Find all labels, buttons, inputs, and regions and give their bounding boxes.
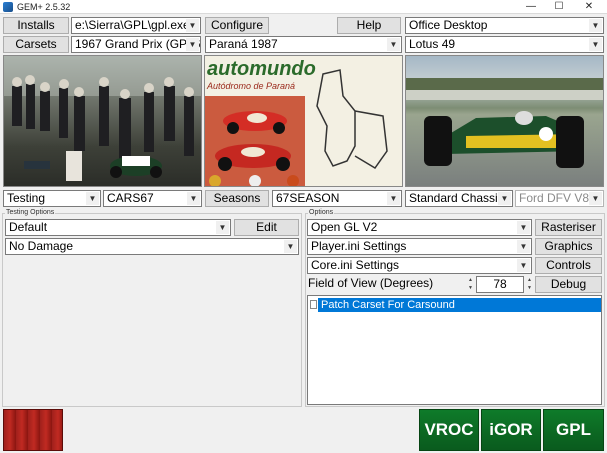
- carsets-label: Carsets: [15, 37, 57, 51]
- carset-photo: [3, 55, 202, 187]
- cars-folder-select[interactable]: CARS67 ▼: [103, 190, 202, 207]
- chevron-down-icon[interactable]: ▼: [525, 284, 534, 292]
- checkbox-icon[interactable]: [310, 300, 317, 309]
- controls-button[interactable]: Controls: [535, 257, 602, 274]
- fov-input[interactable]: 78: [476, 276, 524, 293]
- carset-photo-illustration: [4, 56, 201, 181]
- chevron-down-icon: ▼: [284, 240, 297, 253]
- chevron-down-icon: ▼: [498, 192, 511, 205]
- edit-button[interactable]: Edit: [234, 219, 299, 236]
- patch-item-label: Patch Carset For Carsound: [318, 298, 601, 312]
- carsets-button[interactable]: Carsets: [3, 36, 69, 53]
- renderer-value: Open GL V2: [311, 220, 378, 234]
- chevron-down-icon: ▼: [216, 221, 229, 234]
- rasteriser-label: Rasteriser: [541, 220, 596, 234]
- chevron-down-icon: ▼: [589, 19, 602, 32]
- track-photo-illustration: [205, 69, 388, 186]
- carset-select[interactable]: 1967 Grand Prix (GPL6 ▼: [71, 36, 201, 53]
- player-ini-value: Player.ini Settings: [311, 239, 407, 253]
- mode-select[interactable]: Testing ▼: [3, 190, 101, 207]
- seasons-label: Seasons: [213, 191, 261, 205]
- car-select[interactable]: Lotus 49 ▼: [405, 36, 604, 53]
- chevron-down-icon: ▼: [589, 192, 602, 205]
- track-value: Paraná 1987: [209, 37, 278, 51]
- controls-label: Controls: [546, 258, 591, 272]
- track-photo: automundo Autódromo de Paraná: [204, 55, 403, 187]
- close-icon[interactable]: ✕: [576, 0, 602, 14]
- rasteriser-button[interactable]: Rasteriser: [535, 219, 602, 236]
- debug-button[interactable]: Debug: [535, 276, 602, 293]
- configure-label: Configure: [210, 18, 264, 32]
- window-title: GEM+ 2.5.32: [17, 2, 71, 12]
- engine-select: Ford DFV V8 ▼: [515, 190, 604, 207]
- player-ini-select[interactable]: Player.ini Settings ▼: [307, 238, 532, 255]
- gpl-button[interactable]: GPL: [543, 409, 604, 451]
- profile-select[interactable]: Office Desktop ▼: [405, 17, 604, 34]
- cars-folder-value: CARS67: [107, 191, 154, 205]
- engine-value: Ford DFV V8: [519, 191, 590, 205]
- installs-button[interactable]: Installs: [3, 17, 69, 34]
- car-value: Lotus 49: [409, 37, 456, 51]
- debug-label: Debug: [550, 277, 587, 291]
- chevron-down-icon: ▼: [517, 221, 530, 234]
- season-select[interactable]: 67SEASON ▼: [272, 190, 402, 207]
- season-value: 67SEASON: [276, 191, 340, 205]
- track-select[interactable]: Paraná 1987 ▼: [205, 36, 402, 53]
- fov-stepper[interactable]: ▲ ▼: [525, 276, 534, 293]
- chassis-select[interactable]: Standard Chassis ▼: [405, 190, 513, 207]
- chevron-up-icon[interactable]: ▲: [525, 276, 534, 284]
- chevron-down-icon: ▼: [86, 192, 99, 205]
- damage-select[interactable]: No Damage ▼: [5, 238, 299, 255]
- patches-list[interactable]: Patch Carset For Carsound: [307, 295, 602, 405]
- chevron-down-icon: ▼: [186, 38, 199, 51]
- installs-label: Installs: [17, 18, 55, 32]
- chevron-down-icon: ▼: [517, 259, 530, 272]
- maximize-icon[interactable]: ☐: [546, 0, 572, 14]
- renderer-select[interactable]: Open GL V2 ▼: [307, 219, 532, 236]
- chevron-down-icon: ▼: [387, 38, 400, 51]
- chevron-down-icon: ▼: [589, 38, 602, 51]
- install-path-value: e:\Sierra\GPL\gpl.exe: [75, 18, 190, 32]
- damage-value: No Damage: [9, 239, 74, 253]
- car-photo: [405, 55, 604, 187]
- chevron-down-icon: ▼: [186, 19, 199, 32]
- red-launch-tile[interactable]: [3, 409, 63, 451]
- chevron-up-icon[interactable]: ▲: [466, 276, 475, 284]
- minimize-icon[interactable]: —: [518, 0, 544, 14]
- help-label: Help: [356, 18, 382, 32]
- vroc-button[interactable]: VROC: [419, 409, 479, 451]
- help-button[interactable]: Help: [337, 17, 401, 34]
- chevron-down-icon: ▼: [187, 192, 200, 205]
- profile-value: Office Desktop: [409, 18, 488, 32]
- carset-value: 1967 Grand Prix (GPL6: [75, 37, 201, 51]
- igor-button[interactable]: iGOR: [481, 409, 541, 451]
- configure-button[interactable]: Configure: [205, 17, 269, 34]
- chevron-down-icon: ▼: [517, 240, 530, 253]
- edit-label: Edit: [256, 220, 277, 234]
- chevron-down-icon[interactable]: ▼: [466, 284, 475, 292]
- chassis-value: Standard Chassis: [409, 191, 504, 205]
- core-ini-select[interactable]: Core.ini Settings ▼: [307, 257, 532, 274]
- testing-preset-value: Default: [9, 220, 48, 234]
- fov-spinner[interactable]: ▲ ▼: [466, 276, 475, 293]
- install-path-select[interactable]: e:\Sierra\GPL\gpl.exe ▼: [71, 17, 201, 34]
- chevron-down-icon: ▼: [387, 192, 400, 205]
- mode-value: Testing: [7, 191, 46, 205]
- app-icon: [3, 2, 13, 12]
- fov-label: Field of View (Degrees): [308, 276, 434, 290]
- core-ini-value: Core.ini Settings: [311, 258, 400, 272]
- graphics-button[interactable]: Graphics: [535, 238, 602, 255]
- testing-preset-select[interactable]: Default ▼: [5, 219, 231, 236]
- graphics-label: Graphics: [544, 239, 593, 253]
- testing-options-label: Testing Options: [5, 209, 56, 217]
- car-photo-illustration: [406, 78, 603, 168]
- seasons-button[interactable]: Seasons: [205, 190, 269, 207]
- options-label: Options: [308, 209, 335, 217]
- title-bar: GEM+ 2.5.32 — ☐ ✕: [0, 0, 607, 14]
